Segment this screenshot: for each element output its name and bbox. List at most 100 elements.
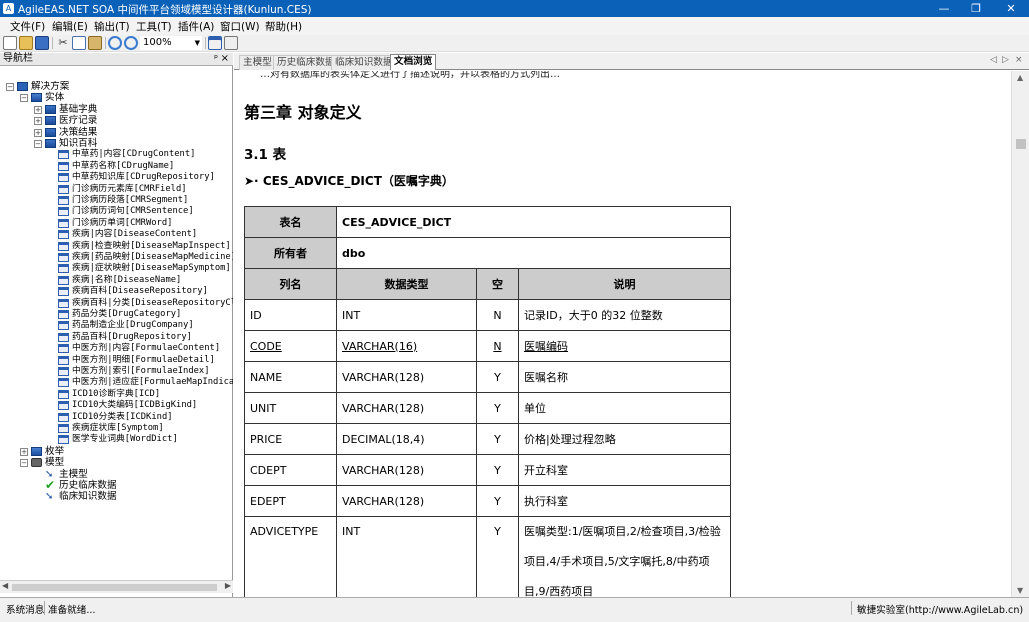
tab-clinical-knowledge[interactable]: 临床知识数据	[331, 55, 397, 70]
tree-node[interactable]: − 知识百科	[0, 138, 233, 149]
tree-node[interactable]: ➘ 主模型	[0, 469, 233, 480]
tree-node[interactable]: ICD10分类表[ICDKind]	[0, 412, 233, 423]
document-vertical-scrollbar[interactable]: ▲ ▼	[1011, 71, 1029, 597]
tree-node[interactable]: 疾病|名称[DiseaseName]	[0, 275, 233, 286]
menu-plugins[interactable]: 插件(A)	[178, 19, 214, 34]
collapse-icon[interactable]: −	[6, 83, 14, 91]
cell-nullable: Y	[476, 361, 519, 393]
tree-node[interactable]: 疾病|检查映射[DiseaseMapInspect]	[0, 241, 233, 252]
tree-node[interactable]: ICD10大类编码[ICDBigKind]	[0, 400, 233, 411]
menu-edit[interactable]: 编辑(E)	[52, 19, 88, 34]
nav-close-icon[interactable]: ×	[221, 53, 229, 65]
tree-node[interactable]: ICD10诊断字典[ICD]	[0, 389, 233, 400]
tree-node[interactable]: 中草药|内容[CDrugContent]	[0, 149, 233, 160]
tree-node[interactable]: 中医方剂|索引[FormulaeIndex]	[0, 366, 233, 377]
tree-node[interactable]: 中草药名称[CDrugName]	[0, 161, 233, 172]
zoom-select[interactable]: 100% ▼	[140, 36, 202, 50]
menu-file[interactable]: 文件(F)	[10, 19, 45, 34]
tree-node-label: 药品百科[DrugRepository]	[72, 331, 192, 342]
tree-node[interactable]: 药品制造企业[DrugCompany]	[0, 320, 233, 331]
tree-node[interactable]: ✔ 历史临床数据	[0, 479, 233, 491]
table-icon	[58, 173, 69, 183]
tree-node-label: 决策结果	[59, 126, 98, 138]
tree-node[interactable]: ➘ 临床知识数据	[0, 491, 233, 502]
scroll-thumb[interactable]	[1016, 139, 1026, 149]
tab-prev-icon[interactable]: ◁	[990, 55, 997, 65]
table-heading: ➤· CES_ADVICE_DICT（医嘱字典）	[244, 172, 454, 189]
tab-document-browse[interactable]: 文档浏览	[390, 54, 437, 70]
restore-button[interactable]: ❐	[961, 0, 991, 17]
minimize-button[interactable]: —	[929, 0, 959, 17]
tree-node[interactable]: 疾病|药品映射[DiseaseMapMedicine]	[0, 252, 233, 263]
collapse-icon[interactable]: −	[34, 140, 42, 148]
expand-icon[interactable]: +	[34, 105, 42, 114]
expand-icon[interactable]: +	[20, 447, 28, 456]
chapter-heading: 第三章 对象定义	[244, 103, 362, 122]
tree-node[interactable]: − 解决方案	[0, 81, 233, 92]
collapse-icon[interactable]: −	[20, 459, 28, 468]
tree-node[interactable]: 中医方剂|明细[FormulaeDetail]	[0, 355, 233, 366]
tree-node[interactable]: + 决策结果	[0, 127, 233, 138]
image-icon[interactable]	[224, 36, 238, 50]
expand-icon[interactable]: +	[34, 128, 42, 137]
paste-icon[interactable]	[88, 36, 102, 50]
entity-icon	[31, 446, 42, 456]
cut-icon[interactable]: ✂	[56, 36, 70, 50]
scroll-thumb[interactable]	[12, 584, 217, 591]
column-header: 列名	[244, 268, 337, 300]
layout-icon[interactable]	[208, 36, 222, 50]
tree-node[interactable]: 药品百科[DrugRepository]	[0, 332, 233, 343]
tree-node[interactable]: 医学专业词典[WordDict]	[0, 434, 233, 445]
tree-node[interactable]: 中医方剂|适应症[FormulaeMapIndication]	[0, 377, 233, 388]
scroll-right-icon[interactable]: ▶	[225, 581, 231, 590]
tree-node[interactable]: 门诊病历单词[CMRWord]	[0, 218, 233, 229]
zoom-out-icon[interactable]	[124, 36, 138, 50]
scroll-down-icon[interactable]: ▼	[1017, 586, 1023, 595]
cell-nullable: N	[476, 330, 519, 362]
tree-node[interactable]: 门诊病历段落[CMRSegment]	[0, 195, 233, 206]
tree-node[interactable]: 疾病百科|分类[DiseaseRepositoryClass]	[0, 298, 233, 309]
menu-window[interactable]: 窗口(W)	[220, 19, 260, 34]
table-row: ADVICETYPE INT Y 医嘱类型:1/医嘱项目,2/检查项目,3/检验项目,…	[244, 516, 731, 597]
tree-node[interactable]: 门诊病历词句[CMRSentence]	[0, 206, 233, 217]
tree-node[interactable]: 中医方剂|内容[FormulaeContent]	[0, 343, 233, 354]
tree-node[interactable]: 疾病百科[DiseaseRepository]	[0, 286, 233, 297]
tree-node[interactable]: 中草药知识库[CDrugRepository]	[0, 172, 233, 183]
tree-node[interactable]: − 实体	[0, 92, 233, 103]
tab-next-icon[interactable]: ▷	[1002, 55, 1009, 65]
tree-node[interactable]: − 模型	[0, 457, 233, 468]
collapse-icon[interactable]: −	[20, 94, 28, 103]
tab-main-model[interactable]: 主模型	[239, 55, 276, 70]
app-icon: A	[3, 3, 14, 14]
tree-node[interactable]: + 基础字典	[0, 104, 233, 115]
close-button[interactable]: ✕	[996, 0, 1026, 17]
tree-node-label: 实体	[45, 92, 65, 104]
tree-node[interactable]: + 枚举	[0, 446, 233, 457]
menu-output[interactable]: 输出(T)	[94, 19, 130, 34]
scroll-left-icon[interactable]: ◀	[2, 581, 8, 590]
pin-icon[interactable]: ᵖ	[214, 53, 218, 65]
tree-node[interactable]: + 医疗记录	[0, 115, 233, 126]
menu-help[interactable]: 帮助(H)	[265, 19, 302, 34]
copy-icon[interactable]	[72, 36, 86, 50]
tree-node[interactable]: 药品分类[DrugCategory]	[0, 309, 233, 320]
solution-tree[interactable]: − 解决方案 − 实体 + 基础字典 + 医疗记录 + 决策结果 − 知识百科 中草药|内容[CDrug…	[0, 81, 233, 581]
tree-node[interactable]: 疾病|内容[DiseaseContent]	[0, 229, 233, 240]
tree-node[interactable]: 疾病|症状映射[DiseaseMapSymptom]	[0, 263, 233, 274]
tree-node[interactable]: 疾病症状库[Symptom]	[0, 423, 233, 434]
tree-node[interactable]: 门诊病历元素库[CMRField]	[0, 184, 233, 195]
save-icon[interactable]	[35, 36, 49, 50]
document-view[interactable]: …对有数据库的表实体定义进行了描述说明，并以表格的方式列出… 第三章 对象定义 …	[234, 71, 1011, 597]
scroll-up-icon[interactable]: ▲	[1017, 73, 1023, 82]
cell-data-type: VARCHAR(128)	[336, 485, 477, 517]
zoom-in-icon[interactable]	[108, 36, 122, 50]
open-icon[interactable]	[19, 36, 33, 50]
module-icon	[45, 127, 56, 137]
menu-tools[interactable]: 工具(T)	[136, 19, 172, 34]
expand-icon[interactable]: +	[34, 117, 42, 126]
tree-node-label: 药品制造企业[DrugCompany]	[72, 320, 194, 331]
nav-horizontal-scrollbar[interactable]: ◀ ▶	[0, 580, 233, 593]
tab-close-icon[interactable]: ×	[1015, 55, 1023, 65]
tab-history-clinical[interactable]: 历史临床数据	[273, 55, 339, 70]
new-icon[interactable]	[3, 36, 17, 50]
